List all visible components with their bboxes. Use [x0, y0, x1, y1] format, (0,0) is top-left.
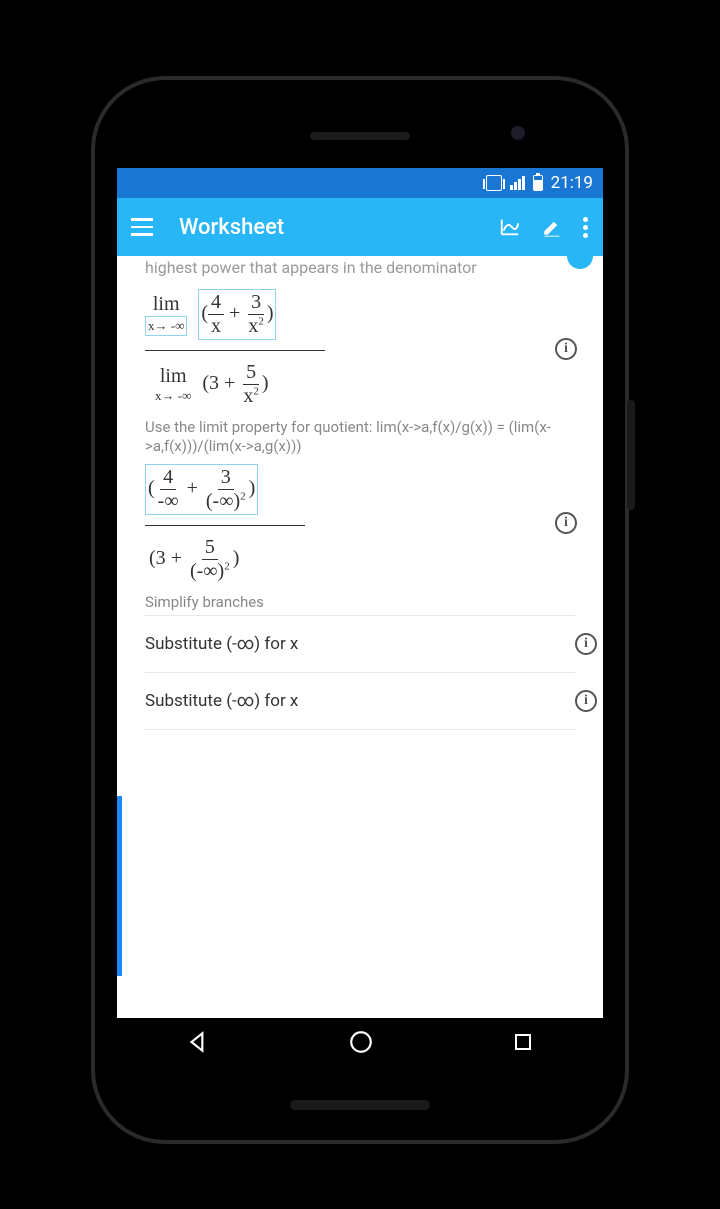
substitute-step-2[interactable]: Substitute (-∞) for x i [125, 673, 595, 729]
substitute-step-1[interactable]: Substitute (-∞) for x i [125, 616, 595, 672]
phone-frame: 21:19 Worksheet highest power that appea… [95, 80, 625, 1140]
step-marker [117, 796, 122, 976]
home-button[interactable] [348, 1029, 374, 1059]
cutoff-hint: highest power that appears in the denomi… [125, 256, 595, 281]
more-icon[interactable] [583, 217, 589, 238]
vibrate-icon [486, 175, 502, 191]
phone-side-button [627, 400, 635, 510]
math-step-1: limx→ -∞ (4x + 3x2) limx→ -∞ (3 + 5x2) i [145, 289, 575, 408]
earpiece [310, 132, 410, 140]
hint-simplify: Simplify branches [145, 593, 575, 612]
math-step-2: (4-∞ + 3(-∞)2) (3 + 5(-∞)2) i [145, 464, 575, 583]
signal-icon [510, 176, 525, 190]
toolbar-title: Worksheet [179, 215, 479, 240]
back-button[interactable] [185, 1029, 211, 1059]
hint-quotient: Use the limit property for quotient: lim… [145, 418, 575, 456]
screen: 21:19 Worksheet highest power that appea… [117, 168, 603, 1070]
battery-icon [533, 175, 543, 191]
front-camera [511, 126, 525, 140]
edit-icon[interactable] [541, 216, 563, 238]
bottom-speaker [290, 1100, 430, 1110]
toolbar: Worksheet [117, 198, 603, 256]
clock: 21:19 [551, 173, 593, 193]
info-icon[interactable]: i [575, 690, 597, 712]
info-icon[interactable]: i [555, 512, 577, 534]
menu-icon[interactable] [131, 218, 153, 236]
graph-icon[interactable] [499, 216, 521, 238]
recent-button[interactable] [511, 1030, 535, 1058]
info-icon[interactable]: i [575, 633, 597, 655]
status-bar: 21:19 [117, 168, 603, 198]
info-icon[interactable]: i [555, 338, 577, 360]
content-area[interactable]: highest power that appears in the denomi… [117, 256, 603, 1018]
navigation-bar [117, 1018, 603, 1070]
